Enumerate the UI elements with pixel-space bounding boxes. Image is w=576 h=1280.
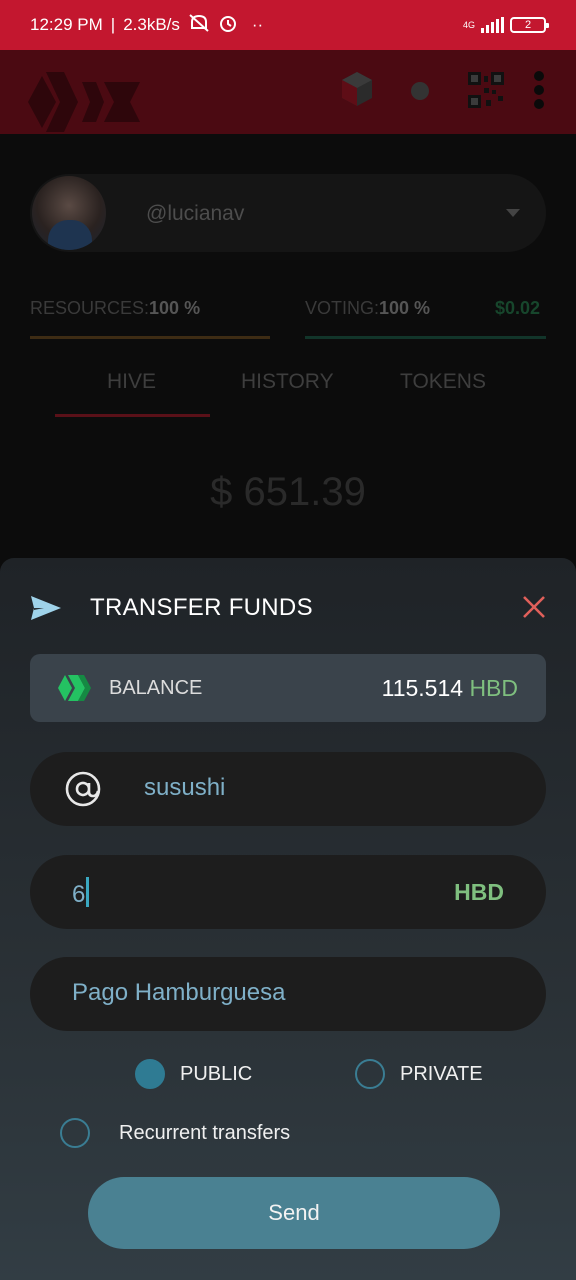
balance-label: BALANCE — [109, 677, 203, 699]
amount-field[interactable]: 6 HBD — [30, 855, 546, 929]
transfer-sheet: TRANSFER FUNDS BALANCE 115.514 HBD susus… — [0, 558, 576, 1280]
recipient-input[interactable]: susushi — [144, 774, 225, 802]
voting-bar — [305, 336, 546, 339]
tab-tokens[interactable]: TOKENS — [400, 370, 486, 394]
resources-bar — [30, 336, 270, 339]
balance-currency: HBD — [469, 675, 518, 701]
resources-value: 100 % — [149, 298, 201, 318]
balance-card: BALANCE 115.514 HBD — [30, 654, 546, 722]
send-icon — [31, 596, 61, 620]
account-username: @lucianav — [146, 202, 245, 225]
private-radio[interactable] — [355, 1059, 385, 1089]
text-cursor — [86, 877, 90, 907]
mute-icon — [188, 13, 210, 38]
amount-input[interactable]: 6 — [72, 881, 85, 908]
recurrent-radio[interactable] — [60, 1118, 90, 1148]
send-button[interactable]: Send — [88, 1177, 500, 1249]
public-label[interactable]: PUBLIC — [180, 1063, 252, 1086]
voting-label: VOTING: — [305, 298, 380, 318]
hive-logo — [28, 72, 140, 132]
status-speed: 2.3kB/s — [123, 15, 180, 34]
cube-icon[interactable] — [340, 70, 374, 108]
resources-label: RESOURCES: — [30, 298, 150, 318]
app-bar — [0, 50, 576, 134]
wallet-total: $ 651.39 — [210, 470, 366, 514]
memo-input[interactable]: Pago Hamburguesa — [72, 979, 285, 1007]
close-icon[interactable] — [522, 595, 546, 619]
avatar — [32, 176, 106, 250]
sheet-title: TRANSFER FUNDS — [90, 594, 313, 621]
tab-history[interactable]: HISTORY — [241, 370, 334, 394]
memo-field[interactable]: Pago Hamburguesa — [30, 957, 546, 1031]
private-label[interactable]: PRIVATE — [400, 1063, 483, 1086]
active-tab-indicator — [55, 414, 210, 417]
network-label: 4G — [462, 20, 475, 30]
tab-hive[interactable]: HIVE — [107, 370, 156, 394]
voting-amount: $0.02 — [495, 298, 541, 318]
status-bar: 12:29 PM | 2.3kB/s ·· 4G 2 — [0, 0, 576, 50]
battery-level: 2 — [524, 19, 532, 31]
recipient-field[interactable]: susushi — [30, 752, 546, 826]
signal-icon — [481, 17, 504, 33]
status-dot-icon[interactable] — [411, 82, 429, 100]
dots-icon: ·· — [251, 15, 264, 34]
balance-value-group: 115.514 HBD — [382, 675, 518, 702]
battery-icon: 2 — [510, 17, 549, 33]
qr-code-icon[interactable] — [468, 72, 504, 108]
more-vert-icon[interactable] — [533, 70, 545, 110]
amount-input-wrap[interactable]: 6 — [72, 877, 90, 909]
hive-icon — [58, 675, 91, 701]
amount-currency[interactable]: HBD — [454, 879, 504, 906]
status-time: 12:29 PM — [30, 15, 103, 34]
wallet-background: @lucianav RESOURCES:100 % VOTING:100 % $… — [0, 134, 576, 574]
recurrent-label[interactable]: Recurrent transfers — [119, 1122, 290, 1145]
chevron-down-icon — [506, 209, 520, 217]
alarm-icon — [218, 13, 238, 38]
account-selector[interactable]: @lucianav — [30, 174, 546, 252]
public-radio[interactable] — [135, 1059, 165, 1089]
balance-value: 115.514 — [381, 675, 464, 701]
at-icon — [65, 771, 101, 807]
resources-meter: RESOURCES:100 % — [30, 298, 200, 319]
voting-meter: VOTING:100 % — [305, 298, 430, 319]
voting-value: 100 % — [379, 298, 431, 318]
